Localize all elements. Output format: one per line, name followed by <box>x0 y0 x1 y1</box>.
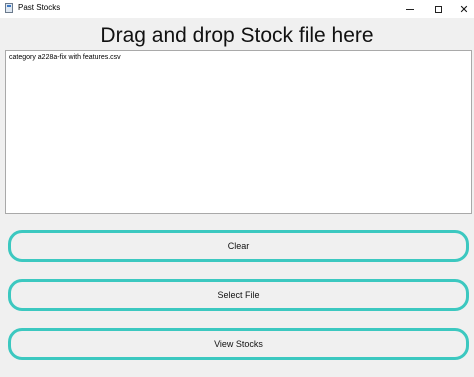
minimize-icon <box>406 9 414 10</box>
clear-button[interactable]: Clear <box>8 230 469 262</box>
select-file-button[interactable]: Select File <box>8 279 469 311</box>
minimize-button[interactable] <box>396 0 424 18</box>
window-title: Past Stocks <box>18 3 61 12</box>
title-bar: Past Stocks ✕ <box>0 0 474 18</box>
file-drop-area[interactable]: category a228a-fix with features.csv <box>5 50 472 214</box>
drop-heading: Drag and drop Stock file here <box>100 24 374 47</box>
dropped-file-item: category a228a-fix with features.csv <box>9 54 121 61</box>
app-icon <box>5 3 13 13</box>
close-button[interactable]: ✕ <box>450 0 474 18</box>
maximize-button[interactable] <box>424 0 452 18</box>
view-stocks-button[interactable]: View Stocks <box>8 328 469 360</box>
close-icon: ✕ <box>459 3 469 16</box>
maximize-icon <box>434 5 442 13</box>
